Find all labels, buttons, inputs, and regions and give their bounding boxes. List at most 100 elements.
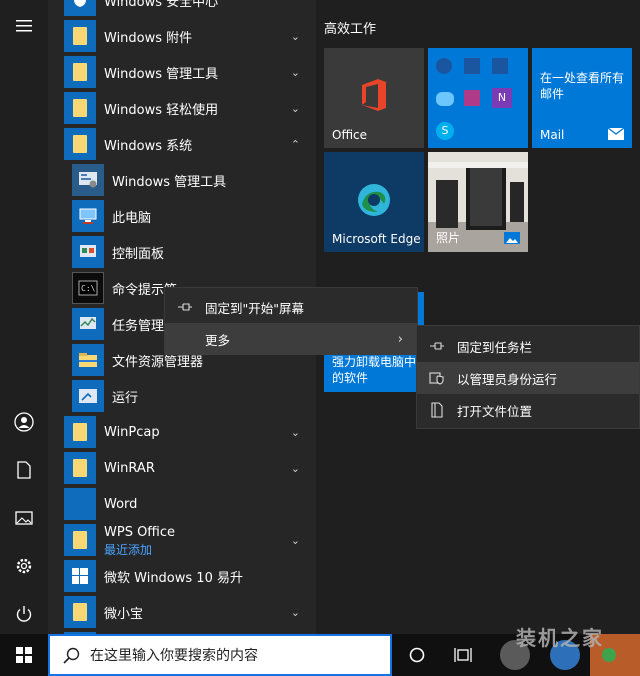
app-item-this-pc[interactable]: 此电脑 — [48, 198, 316, 234]
app-folder-windows-ease-of-access[interactable]: Windows 轻松使用 ⌄ — [48, 90, 316, 126]
folder-icon — [64, 56, 96, 88]
settings-gear-icon[interactable] — [0, 546, 48, 586]
menu-item-label: 打开文件位置 — [457, 403, 533, 419]
control-panel-icon — [72, 236, 104, 268]
folder-icon — [64, 20, 96, 52]
word-icon — [64, 488, 96, 520]
menu-item-run-as-admin[interactable]: 以管理员身份运行 — [417, 362, 639, 394]
tile-office[interactable]: Office — [324, 48, 424, 148]
app-item-windows-10-upgrade[interactable]: 微软 Windows 10 易升 — [48, 558, 316, 594]
mail-tile-text: 在一处查看所有邮件 — [540, 71, 625, 101]
chevron-down-icon: ⌄ — [290, 101, 300, 115]
app-label: WinRAR — [104, 460, 155, 476]
app-folder-windows-accessories[interactable]: Windows 附件 ⌄ — [48, 18, 316, 54]
app-folder-windows-system[interactable]: Windows 系统 ⌃ — [48, 126, 316, 162]
file-explorer-icon — [72, 344, 104, 376]
start-rail — [0, 0, 48, 634]
start-button[interactable] — [0, 634, 48, 676]
menu-item-label: 以管理员身份运行 — [457, 371, 558, 387]
menu-item-label: 更多 — [205, 332, 231, 348]
menu-item-label: 固定到"开始"屏幕 — [205, 300, 304, 316]
app-item-word[interactable]: Word — [48, 486, 316, 522]
chevron-down-icon: ⌄ — [290, 425, 300, 439]
task-manager-icon — [72, 308, 104, 340]
app-item-windows-security[interactable]: Windows 安全中心 — [48, 0, 316, 18]
powerpoint-icon — [464, 90, 480, 106]
chevron-up-icon: ⌃ — [290, 137, 300, 151]
onedrive-cloud-icon — [436, 92, 454, 106]
this-pc-icon — [72, 200, 104, 232]
menu-item-pin-to-start[interactable]: 固定到"开始"屏幕 — [165, 291, 417, 323]
app-label: 运行 — [112, 390, 139, 406]
folder-icon — [64, 452, 96, 484]
watermark-text: 装机之家 — [516, 626, 604, 650]
tile-office-apps-folder[interactable]: N S — [428, 48, 528, 148]
svg-text:C:\: C:\ — [81, 284, 96, 293]
skype-icon: S — [436, 122, 454, 140]
app-folder-wps-office[interactable]: WPS Office 最近添加 ⌄ — [48, 522, 316, 558]
tile-label: 照片 — [436, 231, 461, 245]
tile-label: Microsoft Edge — [332, 232, 421, 246]
tile-label: Mail — [540, 128, 565, 142]
onenote-icon: N — [492, 88, 512, 108]
search-placeholder: 在这里输入你要搜索的内容 — [90, 648, 258, 664]
app-label: 此电脑 — [112, 210, 152, 226]
app-item-windows-admin-tools[interactable]: Windows 管理工具 — [48, 162, 316, 198]
menu-item-open-file-location[interactable]: 打开文件位置 — [417, 394, 639, 426]
tile-group-title: 高效工作 — [324, 22, 377, 37]
pictures-icon[interactable] — [0, 498, 48, 538]
app-folder-winpcap[interactable]: WinPcap ⌄ — [48, 414, 316, 450]
document-icon[interactable] — [0, 450, 48, 490]
app-label: Windows 系统 — [104, 138, 193, 154]
task-view-icon — [454, 648, 472, 662]
app-label: Word — [104, 496, 138, 512]
hamburger-menu-icon[interactable] — [0, 6, 48, 46]
user-avatar-icon[interactable] — [0, 402, 48, 442]
app-label: WinPcap — [104, 424, 160, 440]
tile-photos[interactable]: 照片 — [428, 152, 528, 252]
app-label: Windows 管理工具 — [104, 66, 219, 82]
app-folder-windows-admin-tools[interactable]: Windows 管理工具 ⌄ — [48, 54, 316, 90]
menu-item-more[interactable]: 更多 › — [165, 323, 417, 355]
onedrive-icon — [436, 58, 452, 74]
recently-added-label: 最近添加 — [104, 543, 153, 557]
cortana-button[interactable] — [400, 634, 434, 676]
photo-icon — [504, 232, 520, 244]
taskbar: 在这里输入你要搜索的内容 装机之家 — [0, 626, 640, 676]
app-folder-weixiaobao[interactable]: 微小宝 ⌄ — [48, 594, 316, 630]
app-item-control-panel[interactable]: 控制面板 — [48, 234, 316, 270]
pin-icon — [177, 299, 193, 315]
submenu: 固定到任务栏 以管理员身份运行 打开文件位置 — [416, 325, 640, 429]
pin-icon — [429, 338, 445, 354]
task-view-button[interactable] — [446, 634, 480, 676]
chevron-down-icon: ⌄ — [290, 29, 300, 43]
taskbar-search-box[interactable]: 在这里输入你要搜索的内容 — [48, 634, 392, 676]
app-label: 微小宝 — [104, 606, 144, 622]
office-logo-icon — [362, 79, 386, 111]
app-label: Windows 轻松使用 — [104, 102, 219, 118]
search-icon — [63, 647, 80, 664]
tile-mail[interactable]: 在一处查看所有邮件 Mail — [532, 48, 632, 148]
app-label: Windows 安全中心 — [104, 0, 219, 10]
chevron-down-icon: ⌄ — [290, 605, 300, 619]
app-label: Windows 附件 — [104, 30, 193, 46]
command-prompt-icon: C:\ — [72, 272, 104, 304]
app-folder-winrar[interactable]: WinRAR ⌄ — [48, 450, 316, 486]
app-label: 微软 Windows 10 易升 — [104, 570, 243, 586]
admin-tools-icon — [72, 164, 104, 196]
menu-item-pin-to-taskbar[interactable]: 固定到任务栏 — [417, 330, 639, 362]
context-menu: 固定到"开始"屏幕 更多 › — [164, 287, 418, 355]
app-label: 控制面板 — [112, 246, 165, 262]
calendar-icon — [492, 58, 508, 74]
run-icon — [72, 380, 104, 412]
edge-logo-icon — [358, 184, 390, 216]
tile-microsoft-edge[interactable]: Microsoft Edge — [324, 152, 424, 252]
app-label: WPS Office — [104, 525, 176, 540]
tile-label: Office — [332, 128, 368, 142]
mail-envelope-icon — [608, 128, 624, 140]
admin-shield-icon — [429, 370, 445, 386]
chevron-down-icon: ⌄ — [290, 65, 300, 79]
app-item-run[interactable]: 运行 — [48, 378, 316, 414]
folder-icon — [64, 416, 96, 448]
power-icon[interactable] — [0, 594, 48, 634]
